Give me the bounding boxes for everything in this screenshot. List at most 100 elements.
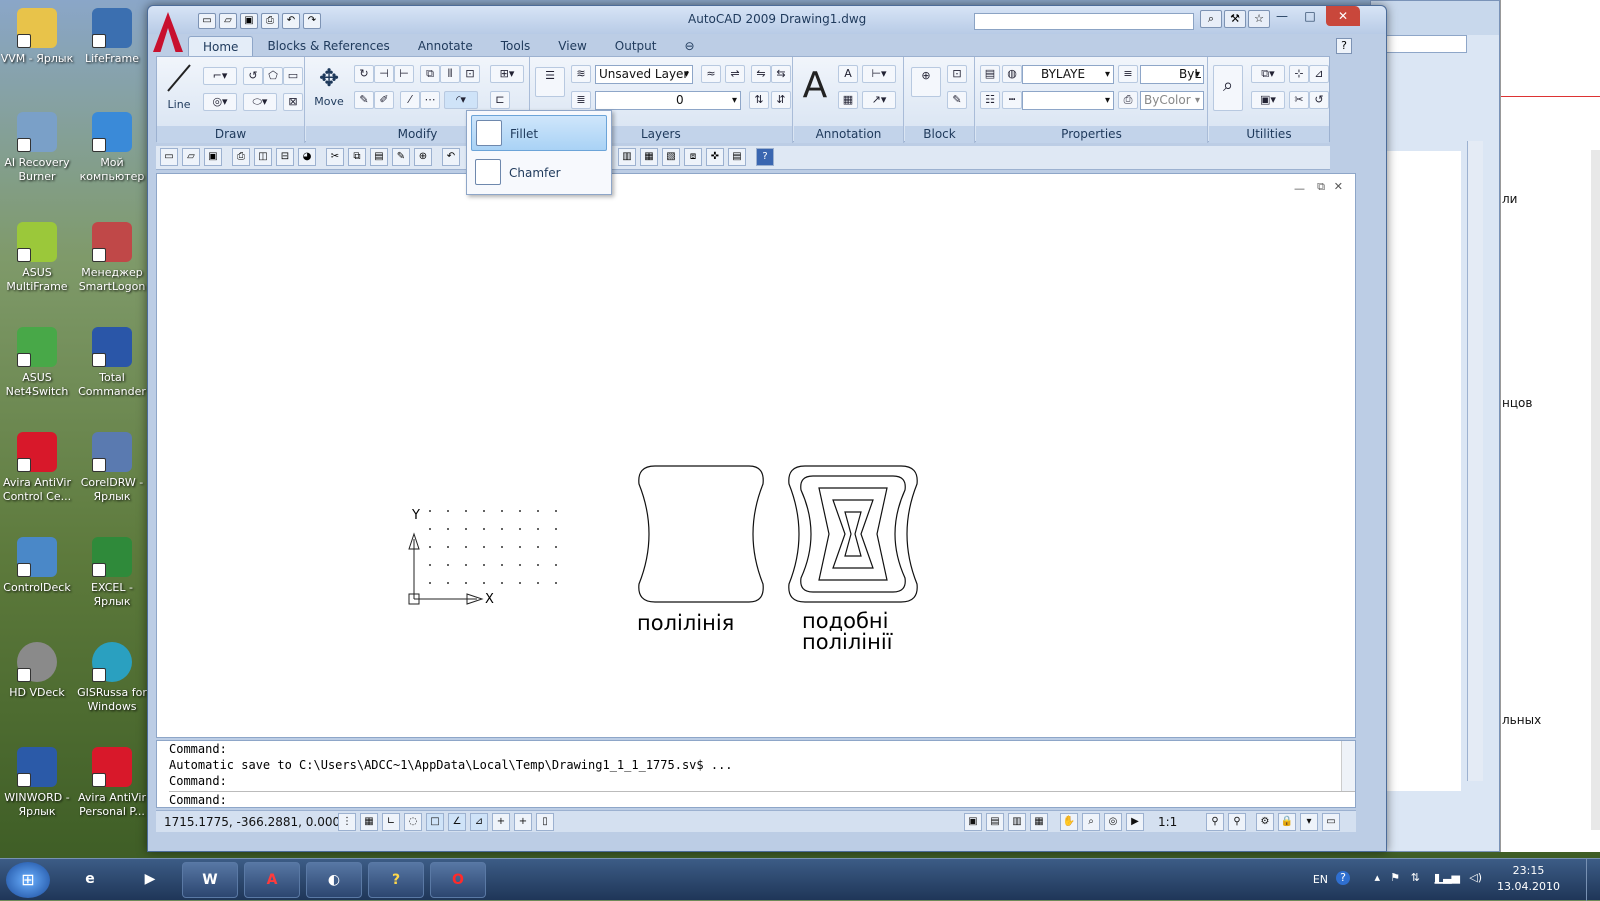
polar-icon[interactable]: ◌	[404, 813, 422, 831]
zoom-icon[interactable]: ⌕	[1213, 65, 1243, 111]
circle-icon[interactable]: ◎▾	[203, 93, 237, 111]
polyline-icon[interactable]: ⌐▾	[203, 67, 237, 85]
3d-dwf-icon[interactable]: ◕	[298, 148, 316, 166]
arc-icon[interactable]: ↺	[243, 67, 263, 85]
color-combo[interactable]: BYLAYE	[1022, 65, 1114, 84]
properties-icon[interactable]: ▥	[618, 148, 636, 166]
menu-item-chamfer[interactable]: Chamfer	[471, 155, 607, 191]
qp-icon[interactable]: ▯	[536, 813, 554, 831]
move-button[interactable]: ✥ Move	[310, 61, 348, 117]
drawing-canvas[interactable]: — ⧉ ✕ Y X полілінія подобні полілінії	[156, 173, 1356, 738]
calculator-icon[interactable]: ▤	[728, 148, 746, 166]
trim-icon[interactable]: ⊣	[374, 65, 394, 83]
mtext-icon[interactable]: A	[838, 65, 858, 83]
sheet-set-icon[interactable]: ⧈	[684, 148, 702, 166]
annotation-scale[interactable]: 1:1	[1158, 815, 1177, 829]
desktop-icon-vvm[interactable]: VVM - Ярлык	[0, 8, 74, 66]
clean-screen-icon[interactable]: ▭	[1322, 813, 1340, 831]
dyn-icon[interactable]: +	[492, 813, 510, 831]
signal-icon[interactable]: ▁▃▅	[1435, 871, 1460, 884]
extend-icon[interactable]: ⊢	[394, 65, 414, 83]
leader-icon[interactable]: ↗▾	[862, 91, 896, 109]
steeringwheel-icon[interactable]: ◎	[1104, 813, 1122, 831]
close-button[interactable]: ✕	[1326, 6, 1360, 26]
flag-icon[interactable]: ⚑	[1390, 871, 1400, 884]
help-icon[interactable]: ?	[756, 148, 774, 166]
table-icon[interactable]: ▦	[838, 91, 858, 109]
background-window-titlebar[interactable]	[1371, 1, 1499, 35]
markup-icon[interactable]: ✜	[706, 148, 724, 166]
layer-tools-icon-3[interactable]: ⇋	[751, 65, 771, 83]
array-icon[interactable]: ⊞▾	[490, 65, 524, 83]
desktop-icon-smartlogon[interactable]: Менеджер SmartLogon	[75, 222, 149, 294]
command-scrollbar[interactable]	[1341, 741, 1355, 791]
layer-match-icon[interactable]: ≣	[571, 91, 591, 109]
status-menu-icon[interactable]: ▾	[1300, 813, 1318, 831]
explode-icon[interactable]: ⊏	[490, 91, 510, 109]
polygon-icon[interactable]: ⬠	[263, 67, 283, 85]
plotstyle-icon[interactable]: ⎙	[1118, 91, 1138, 109]
layer-tools-icon-5[interactable]: ⇅	[749, 91, 769, 109]
search-icon[interactable]: ⌕	[1200, 10, 1222, 28]
paste-icon[interactable]: ▤	[370, 148, 388, 166]
print-icon[interactable]: ⎙	[261, 13, 279, 29]
new-icon[interactable]: ▭	[198, 13, 216, 29]
preview-icon[interactable]: ◫	[254, 148, 272, 166]
undo-icon[interactable]: ↶	[442, 148, 460, 166]
layer-tools-icon-2[interactable]: ⇌	[725, 65, 745, 83]
ducs-icon[interactable]: ⊿	[470, 813, 488, 831]
network-icon[interactable]: ⇅	[1411, 871, 1420, 884]
favorites-icon[interactable]: ☆	[1248, 10, 1270, 28]
ortho-icon[interactable]: ∟	[382, 813, 400, 831]
paste-icon[interactable]: ▣▾	[1251, 91, 1285, 109]
match-icon[interactable]: ✎	[392, 148, 410, 166]
mirror-icon[interactable]: ⫴	[440, 65, 460, 83]
save-icon[interactable]: ▣	[240, 13, 258, 29]
new-icon[interactable]: ▭	[160, 148, 178, 166]
copy-clip-icon[interactable]: ⧉▾	[1251, 65, 1285, 83]
communication-icon[interactable]: ⚒	[1224, 10, 1246, 28]
maximize-button[interactable]: □	[1296, 6, 1324, 26]
select-similar-icon[interactable]: ⊿	[1309, 65, 1329, 83]
autoscale-icon[interactable]: ⚲	[1228, 813, 1246, 831]
insert-block-icon[interactable]: ⊕	[911, 67, 941, 97]
menu-item-fillet[interactable]: Fillet	[471, 115, 607, 151]
tab-tools[interactable]: Tools	[487, 36, 545, 56]
erase-icon[interactable]: ✎	[354, 91, 374, 109]
desktop-icon-hd-vdeck[interactable]: HD VDeck	[0, 642, 74, 700]
quickview-layouts-icon[interactable]: ▥	[1008, 813, 1026, 831]
grid-icon[interactable]: ▦	[360, 813, 378, 831]
volume-icon[interactable]: ◁)	[1469, 871, 1482, 884]
publish-icon[interactable]: ⊟	[276, 148, 294, 166]
create-block-icon[interactable]: ⊡	[947, 65, 967, 83]
titlebar[interactable]: ▭ ▱ ▣ ⎙ ↶ ↷ AutoCAD 2009 Drawing1.dwg ⌕ …	[148, 6, 1386, 34]
zoom-icon[interactable]: ⌕	[1082, 813, 1100, 831]
lwt-icon[interactable]: +	[514, 813, 532, 831]
open-icon[interactable]: ▱	[182, 148, 200, 166]
otrack-icon[interactable]: ∠	[448, 813, 466, 831]
break-icon[interactable]: ⁄	[400, 91, 420, 109]
desktop-icon-avira-personal[interactable]: Avira AntiVir Personal P...	[75, 747, 149, 819]
match-properties-icon[interactable]: ▤	[980, 65, 1000, 83]
desktop-icon-winword[interactable]: WINWORD - Ярлык	[0, 747, 74, 819]
fillet-dropdown-button[interactable]: ◜▾	[444, 91, 478, 109]
background-window[interactable]	[1370, 0, 1500, 852]
help-tray-icon[interactable]: ?	[1336, 871, 1350, 885]
ribbon-minimize-icon[interactable]: ⊖	[670, 36, 708, 56]
text-icon[interactable]: A	[798, 61, 832, 117]
desktop-icon-gisrussa[interactable]: GISRussa for Windows	[75, 642, 149, 714]
taskbar-word-icon[interactable]: W	[182, 862, 238, 898]
layer-tools-icon-4[interactable]: ⇆	[771, 65, 791, 83]
snap-icon[interactable]: ⋮	[338, 813, 356, 831]
help-icon[interactable]: ?	[1336, 38, 1352, 54]
layer-tools-icon-1[interactable]: ≈	[701, 65, 721, 83]
tray-arrow-icon[interactable]: ▴	[1374, 871, 1380, 884]
redo-icon[interactable]: ↷	[303, 13, 321, 29]
minimize-button[interactable]: —	[1268, 6, 1296, 26]
cut-icon[interactable]: ✂	[1289, 91, 1309, 109]
showmotion-icon[interactable]: ▶	[1126, 813, 1144, 831]
lineweight-combo[interactable]: ByL	[1140, 65, 1204, 84]
desktop-icon-net4switch[interactable]: ASUS Net4Switch	[0, 327, 74, 399]
save-icon[interactable]: ▣	[204, 148, 222, 166]
background-scrollbar[interactable]	[1467, 141, 1483, 781]
